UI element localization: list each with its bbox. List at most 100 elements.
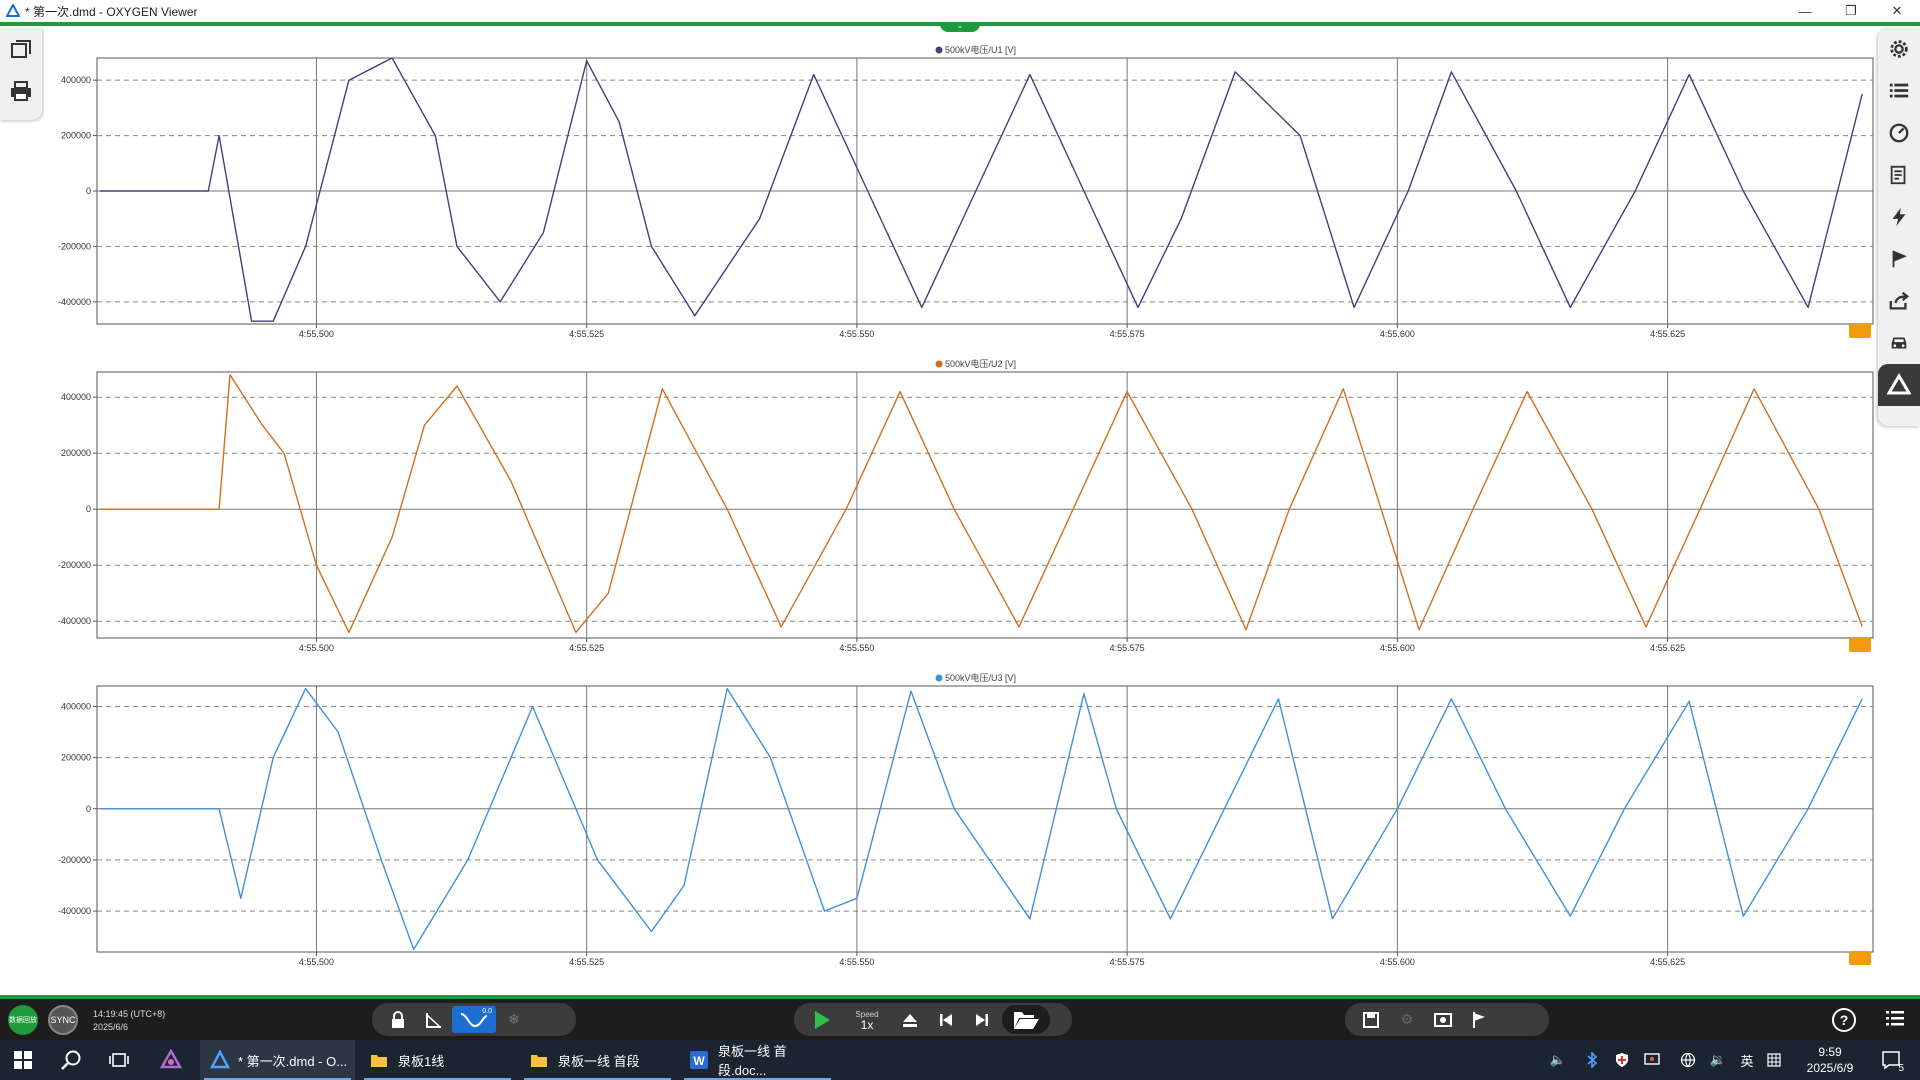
oxygen-app-icon bbox=[210, 1050, 230, 1069]
x-tick-label: 4:55.575 bbox=[1110, 329, 1145, 339]
y-tick-label: -200000 bbox=[58, 560, 91, 570]
taskbar-app-oxygen[interactable]: * 第一次.dmd - O... bbox=[200, 1040, 355, 1080]
x-tick-label: 4:55.625 bbox=[1650, 957, 1685, 967]
file-tools-group: ⚙ bbox=[1345, 1003, 1549, 1036]
search-icon[interactable] bbox=[48, 1040, 94, 1080]
speed-control[interactable]: Speed 1x bbox=[842, 1009, 892, 1031]
plot-frame bbox=[96, 371, 1874, 639]
windows-taskbar: * 第一次.dmd - O... 泉板1线 泉板一线 首段 W 泉板一线 首段.… bbox=[0, 1040, 1920, 1080]
legend-dot bbox=[935, 46, 943, 54]
export-icon[interactable] bbox=[1878, 280, 1920, 322]
skip-forward-icon[interactable] bbox=[964, 1006, 1000, 1033]
task-view-icon[interactable] bbox=[96, 1040, 142, 1080]
taskbar-app-folder-2[interactable]: 泉板一线 首段 bbox=[520, 1040, 675, 1080]
y-tick-label: -200000 bbox=[58, 855, 91, 865]
x-tick-label: 4:55.500 bbox=[299, 329, 334, 339]
x-tick-label: 4:55.600 bbox=[1380, 957, 1415, 967]
windows-start-icon[interactable] bbox=[0, 1040, 46, 1080]
x-tick-label: 4:55.625 bbox=[1650, 643, 1685, 653]
plot-frame bbox=[96, 685, 1874, 953]
play-marker-u1[interactable] bbox=[1849, 324, 1871, 338]
x-tick-label: 4:55.550 bbox=[839, 643, 874, 653]
volume-muted-icon[interactable]: 🔈 bbox=[1548, 1040, 1568, 1080]
y-tick-label: 400000 bbox=[61, 75, 91, 85]
y-tick-label: 400000 bbox=[61, 701, 91, 711]
legend-dot bbox=[935, 360, 943, 368]
chart-title: 500kV电压/U1 [V] bbox=[945, 44, 1016, 55]
list-icon[interactable] bbox=[1878, 70, 1920, 112]
x-tick-label: 4:55.525 bbox=[569, 329, 604, 339]
pinned-app-icon[interactable] bbox=[148, 1040, 194, 1080]
taskbar-clock[interactable]: 9:59 2025/6/9 bbox=[1790, 1044, 1870, 1076]
folder-icon bbox=[531, 1055, 547, 1067]
oxygen-logo-icon[interactable] bbox=[1878, 364, 1920, 406]
play-button[interactable] bbox=[802, 1005, 842, 1035]
view-tools-group: 0.0 ❄ bbox=[372, 1003, 576, 1036]
lock-icon[interactable] bbox=[380, 1006, 416, 1033]
chart-svg: 400000 200000 0 -200000 -400000 4:55.500 4:55.… bbox=[58, 672, 1874, 967]
lightning-icon[interactable] bbox=[1878, 196, 1920, 238]
x-tick-label: 4:55.550 bbox=[839, 957, 874, 967]
security-icon[interactable] bbox=[1612, 1040, 1632, 1080]
save-icon[interactable] bbox=[1353, 1006, 1389, 1033]
folder-icon bbox=[371, 1055, 387, 1067]
marker-flag-icon[interactable] bbox=[1461, 1006, 1497, 1033]
x-tick-label: 4:55.625 bbox=[1650, 329, 1685, 339]
config-icon[interactable] bbox=[1425, 1006, 1461, 1033]
oxygen-app-icon bbox=[6, 4, 20, 17]
y-tick-label: -400000 bbox=[58, 297, 91, 307]
play-marker-u3[interactable] bbox=[1849, 951, 1871, 965]
play-marker-u2[interactable] bbox=[1849, 638, 1871, 652]
chart-svg: 400000 200000 0 -200000 -400000 4:55.500 4:55.… bbox=[58, 358, 1874, 653]
car-icon[interactable] bbox=[1878, 322, 1920, 364]
globe-icon[interactable] bbox=[1678, 1040, 1698, 1080]
freeze-icon[interactable]: ❄ bbox=[496, 1006, 532, 1033]
restore-button[interactable]: ❐ bbox=[1828, 0, 1874, 22]
chart-u2[interactable]: 400000 200000 0 -200000 -400000 4:55.500 4:55.… bbox=[0, 354, 1880, 654]
menu-icon[interactable] bbox=[1884, 1007, 1910, 1033]
collapse-toolbar-button[interactable]: ⌄ bbox=[940, 22, 980, 32]
clock-time: 9:59 bbox=[1818, 1045, 1842, 1059]
speaker-icon[interactable]: 🔉 bbox=[1708, 1040, 1728, 1080]
x-tick-label: 4:55.600 bbox=[1380, 643, 1415, 653]
eject-icon[interactable] bbox=[892, 1006, 928, 1033]
x-tick-label: 4:55.600 bbox=[1380, 329, 1415, 339]
gear-icon[interactable] bbox=[1878, 28, 1920, 70]
playback-status-badge[interactable]: 数据回放 bbox=[8, 1005, 38, 1035]
keyboard-grid-icon[interactable] bbox=[1764, 1040, 1784, 1080]
taskbar-app-word[interactable]: W 泉板一线 首段.doc... bbox=[680, 1040, 835, 1080]
bluetooth-icon[interactable] bbox=[1582, 1040, 1602, 1080]
report-icon[interactable] bbox=[1878, 154, 1920, 196]
y-tick-label: -400000 bbox=[58, 906, 91, 916]
chart-u3[interactable]: 400000 200000 0 -200000 -400000 4:55.500 4:55.… bbox=[0, 668, 1880, 968]
cursor-tool-button[interactable]: 0.0 bbox=[452, 1006, 496, 1033]
title-bar: * 第一次.dmd - OXYGEN Viewer — ❐ ✕ bbox=[0, 0, 1920, 22]
close-button[interactable]: ✕ bbox=[1874, 0, 1920, 22]
notification-center-icon[interactable]: 5 bbox=[1876, 1040, 1906, 1080]
settings-disabled-icon[interactable]: ⚙ bbox=[1389, 1006, 1425, 1033]
speed-value: 1x bbox=[860, 1017, 874, 1032]
minimize-button[interactable]: — bbox=[1782, 0, 1828, 22]
word-icon: W bbox=[690, 1051, 708, 1069]
measure-icon[interactable] bbox=[416, 1006, 452, 1033]
status-bar: 数据回放 SYNC 14:19:45 (UTC+8) 2025/6/6 0.0 … bbox=[0, 999, 1920, 1040]
cursor-tool-badge: 0.0 bbox=[482, 1008, 492, 1015]
monitor-icon[interactable] bbox=[1642, 1040, 1662, 1080]
chart-u1[interactable]: 400000 200000 0 -200000 -400000 4:55.500 4:55.… bbox=[0, 40, 1880, 340]
open-file-button[interactable] bbox=[1000, 1003, 1052, 1036]
chart-title: 500kV电压/U2 [V] bbox=[945, 358, 1016, 369]
help-icon[interactable]: ? bbox=[1832, 1008, 1856, 1032]
svg-text:W: W bbox=[693, 1054, 705, 1068]
taskbar-app-label: 泉板一线 首段.doc... bbox=[718, 1044, 787, 1078]
flag-icon[interactable] bbox=[1878, 238, 1920, 280]
skip-back-icon[interactable] bbox=[928, 1006, 964, 1033]
sync-badge[interactable]: SYNC bbox=[48, 1005, 78, 1035]
gauge-icon[interactable] bbox=[1878, 112, 1920, 154]
x-tick-label: 4:55.525 bbox=[569, 643, 604, 653]
y-tick-label: 0 bbox=[86, 186, 91, 196]
ime-indicator[interactable]: 英 bbox=[1735, 1040, 1759, 1080]
taskbar-app-folder-1[interactable]: 泉板1线 bbox=[360, 1040, 515, 1080]
y-tick-label: 0 bbox=[86, 804, 91, 814]
y-tick-label: 200000 bbox=[61, 131, 91, 141]
y-tick-label: 0 bbox=[86, 504, 91, 514]
